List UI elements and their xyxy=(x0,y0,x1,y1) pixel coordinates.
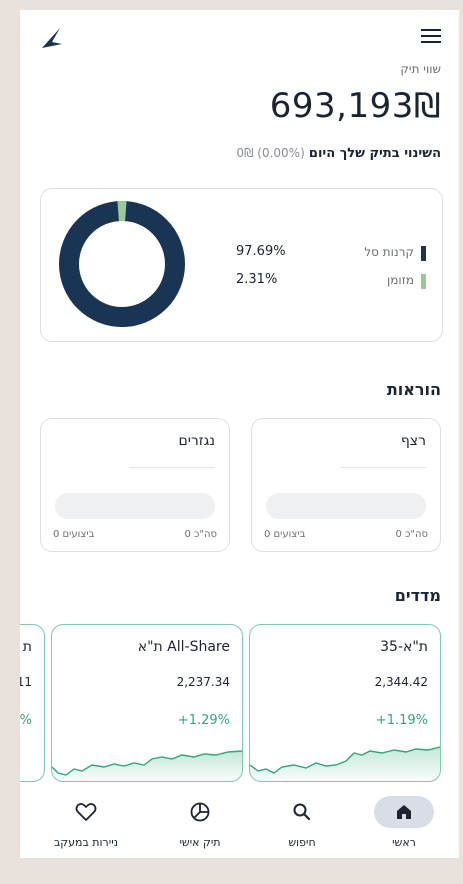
indices-title: מדדים xyxy=(394,586,441,605)
arrow-logo-icon[interactable] xyxy=(38,24,66,52)
index-value: 2,237.34 xyxy=(176,675,230,689)
legend-item-etf: קרנות סל 97.69% xyxy=(236,243,426,265)
order-card-title: נגזרים xyxy=(178,433,215,449)
order-progress-bar xyxy=(266,493,426,519)
order-card-retzef[interactable]: רצף 0 סה"כ 0 ביצועים xyxy=(251,418,441,552)
legend-name: מזומן xyxy=(387,273,414,287)
nav-label: תיק אישי xyxy=(179,836,221,849)
nav-item-watchlist[interactable]: ניירות במעקב xyxy=(36,788,136,858)
heart-icon xyxy=(56,796,116,828)
legend-swatch xyxy=(421,274,426,289)
index-value: 11 xyxy=(20,675,32,689)
legend-name: קרנות סל xyxy=(364,245,414,259)
divider xyxy=(129,467,215,468)
order-total: 0 סה"כ xyxy=(184,529,217,540)
nav-label: ראשי xyxy=(392,836,416,849)
portfolio-label: שווי תיק xyxy=(400,62,441,76)
index-name: ת xyxy=(22,639,32,655)
orders-title: הוראות xyxy=(386,380,441,399)
legend-percent: 2.31% xyxy=(236,272,278,287)
order-executions: 0 ביצועים xyxy=(53,529,95,540)
index-name: ת"א All-Share xyxy=(137,639,230,655)
index-card-ta-all-share[interactable]: ת"א All-Share 2,237.34 +1.29% xyxy=(51,624,243,782)
order-progress-bar xyxy=(55,493,215,519)
allocation-card[interactable]: קרנות סל 97.69% מזומן 2.31% xyxy=(40,188,443,342)
legend-swatch xyxy=(421,246,426,261)
search-icon xyxy=(272,796,332,828)
index-card-partial[interactable]: ת 11 % xyxy=(20,624,45,782)
daily-change-value: (0.00%) 0₪ xyxy=(236,146,305,160)
index-change: +1.29% xyxy=(177,713,230,728)
divider xyxy=(340,467,426,468)
index-value: 2,344.42 xyxy=(374,675,428,689)
index-name: ת"א-35 xyxy=(380,639,428,655)
daily-change: השינוי בתיק שלך היום (0.00%) 0₪ xyxy=(236,146,441,161)
portfolio-value: 693,193₪ xyxy=(269,86,441,126)
order-executions: 0 ביצועים xyxy=(264,529,306,540)
nav-item-portfolio[interactable]: תיק אישי xyxy=(150,788,250,858)
daily-change-label: השינוי בתיק שלך היום xyxy=(308,146,441,161)
order-total: 0 סה"כ xyxy=(395,529,428,540)
nav-item-search[interactable]: חיפוש xyxy=(252,788,352,858)
hamburger-menu-icon[interactable] xyxy=(417,24,445,48)
legend-item-cash: מזומן 2.31% xyxy=(236,271,426,293)
index-change: % xyxy=(20,713,32,728)
order-card-title: רצף xyxy=(400,433,426,449)
nav-item-home[interactable]: ראשי xyxy=(354,788,454,858)
app-screen: שווי תיק 693,193₪ השינוי בתיק שלך היום (… xyxy=(20,10,459,858)
donut-segment-etf xyxy=(59,201,185,327)
portfolio-pie-icon xyxy=(170,796,230,828)
index-sparkline xyxy=(250,746,440,781)
index-change: +1.19% xyxy=(375,713,428,728)
allocation-donut-chart xyxy=(59,201,185,327)
order-card-derivatives[interactable]: נגזרים 0 סה"כ 0 ביצועים xyxy=(40,418,230,552)
home-icon xyxy=(374,796,434,828)
nav-label: ניירות במעקב xyxy=(53,836,119,849)
bottom-navigation: ראשי חיפוש תיק אישי ניירות במעקב xyxy=(20,788,459,858)
index-sparkline xyxy=(52,750,242,781)
nav-label: חיפוש xyxy=(288,836,316,849)
legend-percent: 97.69% xyxy=(236,244,286,259)
index-card-ta35[interactable]: ת"א-35 2,344.42 +1.19% xyxy=(249,624,441,782)
